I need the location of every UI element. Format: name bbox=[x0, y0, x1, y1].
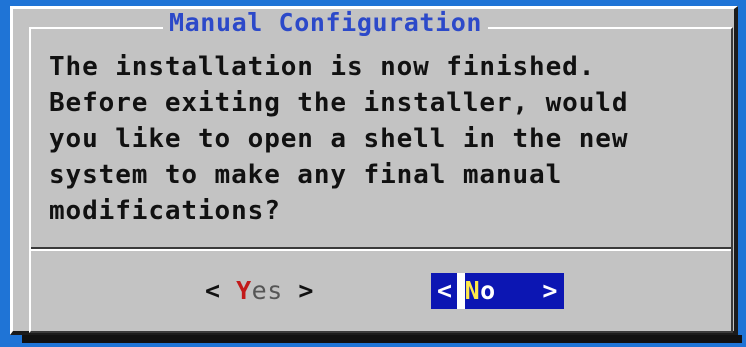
no-button[interactable]: < No > bbox=[431, 273, 564, 309]
no-open-bracket: < bbox=[437, 276, 453, 305]
message-line: The installation is now finished. bbox=[49, 52, 596, 82]
button-separator bbox=[31, 247, 731, 251]
yes-open-bracket: < bbox=[205, 276, 237, 305]
yes-close-bracket: > bbox=[282, 276, 314, 305]
message-line: you like to open a shell in the new bbox=[49, 124, 629, 154]
console-screen: Manual Configuration The installation is… bbox=[0, 0, 746, 347]
yes-hotkey: Y bbox=[236, 276, 252, 305]
dialog-shadow bbox=[22, 335, 742, 343]
message-line: Before exiting the installer, would bbox=[49, 88, 629, 118]
no-hotkey: N bbox=[464, 276, 481, 305]
yes-button[interactable]: < Yes > bbox=[205, 273, 314, 309]
dialog-title: Manual Configuration bbox=[163, 9, 489, 37]
manual-configuration-dialog: Manual Configuration The installation is… bbox=[10, 6, 738, 335]
dialog-message: The installation is now finished. Before… bbox=[49, 49, 729, 229]
no-close-bracket: > bbox=[495, 276, 558, 305]
message-line: modifications? bbox=[49, 196, 281, 226]
yes-label-rest: es bbox=[251, 276, 283, 305]
text-cursor bbox=[456, 273, 465, 309]
message-line: system to make any final manual bbox=[49, 160, 563, 190]
no-label-rest: o bbox=[480, 276, 496, 305]
